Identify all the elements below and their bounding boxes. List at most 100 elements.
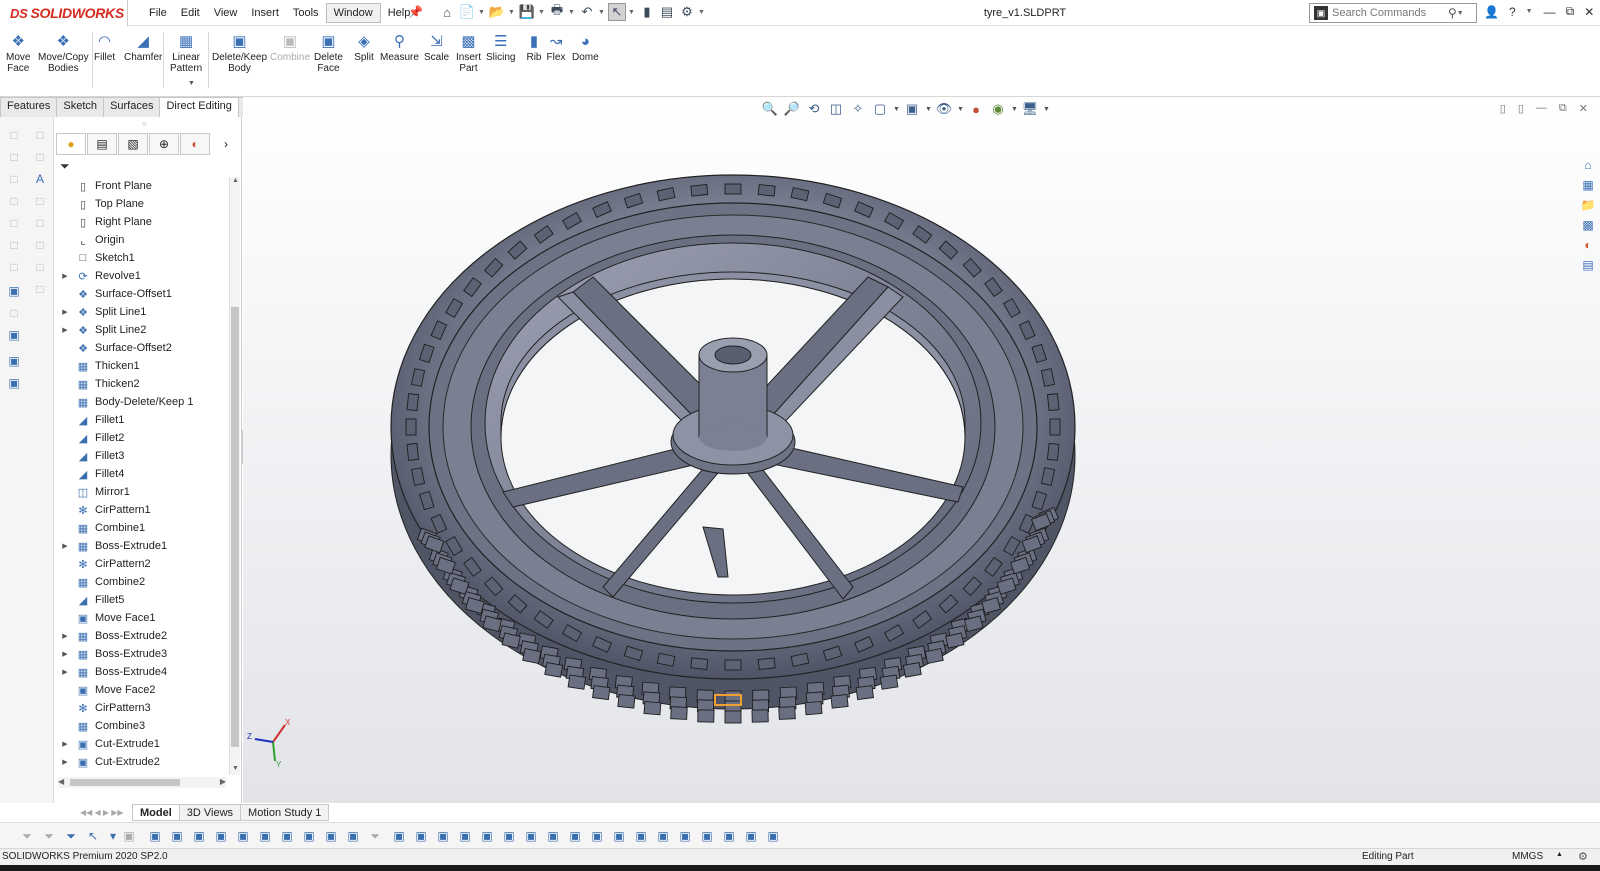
tree-item[interactable]: ▯ Right Plane xyxy=(56,213,228,231)
strip-tool-icon[interactable]: □ xyxy=(6,127,22,143)
tree-item[interactable]: ▶ ⟳ Revolve1 xyxy=(56,267,228,285)
hide-show-dropdown-icon[interactable]: ▼ xyxy=(957,106,964,113)
strip-tool-icon[interactable]: □ xyxy=(32,237,48,253)
solidworks-resources-icon[interactable]: ⌂ xyxy=(1579,157,1597,173)
tyre-3d-model[interactable] xyxy=(383,137,1083,727)
zoom-to-area-icon[interactable]: 🔎 xyxy=(783,100,801,118)
custom-properties-icon[interactable]: ▤ xyxy=(1579,257,1597,273)
tree-item[interactable]: ▶ ▦ Boss-Extrude2 xyxy=(56,627,228,645)
rebuild-traffic-light-icon[interactable]: ▮ xyxy=(638,3,656,21)
search-input[interactable] xyxy=(1332,7,1448,19)
view-settings-dropdown-icon[interactable]: ▼ xyxy=(1043,106,1050,113)
filter-icon[interactable]: ⏷ xyxy=(18,827,36,845)
status-units[interactable]: MMGS xyxy=(1512,851,1543,862)
graphics-viewport[interactable]: 🔍 🔎 ⟲ ◫ ✧ ▢ ▼ ▣ ▼ 👁 ▼ ● ◉ ▼ 🖥 ▼ ▯ ▯ — ⧉ ✕ ⌂ ▦… xyxy=(243,97,1600,803)
solidworks-logo[interactable]: DS SOLIDWORKS xyxy=(0,0,128,26)
strip-tool-icon[interactable]: □ xyxy=(32,193,48,209)
balloon-filter-icon[interactable]: ▣ xyxy=(654,827,672,845)
search-dropdown-icon[interactable]: ▼ xyxy=(1457,10,1465,17)
expand-arrow-icon[interactable]: ▶ xyxy=(60,272,70,280)
new-dropdown-icon[interactable]: ▼ xyxy=(478,9,486,16)
scale-button[interactable]: ⇲ Scale xyxy=(424,32,449,64)
edge-filter-icon[interactable]: ▣ xyxy=(168,827,186,845)
tree-item[interactable]: ▶ ▦ Boss-Extrude3 xyxy=(56,645,228,663)
expand-arrow-icon[interactable]: ▶ xyxy=(60,668,70,676)
minimize-icon[interactable]: — xyxy=(1544,5,1556,19)
text-filter-icon[interactable]: ▣ xyxy=(522,827,540,845)
viewport-previous-icon[interactable]: ▯ xyxy=(1500,102,1506,115)
options-dropdown-icon[interactable]: ▼ xyxy=(698,9,706,16)
home-icon[interactable]: ⌂ xyxy=(438,3,456,21)
bottom-tab-motion-study-1[interactable]: Motion Study 1 xyxy=(240,803,330,821)
strip-tool-icon[interactable]: ▣ xyxy=(6,283,22,299)
strip-tool-icon[interactable]: □ xyxy=(6,149,22,165)
strip-tool-icon[interactable]: □ xyxy=(6,237,22,253)
axis-filter-icon[interactable]: ▣ xyxy=(256,827,274,845)
open-folder-icon[interactable]: 📂 xyxy=(488,3,506,21)
display-style-icon[interactable]: ▣ xyxy=(903,100,921,118)
surface-filter-icon[interactable]: ▣ xyxy=(212,827,230,845)
cosmetic-thread-icon[interactable]: ▣ xyxy=(544,827,562,845)
design-library-icon[interactable]: ▦ xyxy=(1579,177,1597,193)
stacked-balloon-icon[interactable]: ▣ xyxy=(676,827,694,845)
tree-item[interactable]: ▦ Combine1 xyxy=(56,519,228,537)
insert-part-button[interactable]: ▩ Insert Part xyxy=(456,32,481,75)
magnifier-icon[interactable]: ⚲ xyxy=(1448,6,1457,20)
tree-item[interactable]: ▶ ❖ Split Line1 xyxy=(56,303,228,321)
face-filter-icon[interactable]: ▣ xyxy=(190,827,208,845)
fillet-button[interactable]: ◠ Fillet xyxy=(94,32,115,64)
tree-item[interactable]: ❖ Surface-Offset1 xyxy=(56,285,228,303)
tree-item[interactable]: □ Sketch1 xyxy=(56,249,228,267)
file-explorer-icon[interactable]: 📁 xyxy=(1579,197,1597,213)
rib-button[interactable]: ▮ Rib xyxy=(524,32,544,64)
strip-tool-icon[interactable]: □ xyxy=(32,127,48,143)
apply-scene-icon[interactable]: ◉ xyxy=(989,100,1007,118)
restore-icon[interactable]: ⧉ xyxy=(1566,4,1575,19)
feature-tree-tab-icon[interactable]: ● xyxy=(56,133,87,155)
strip-tool-icon[interactable]: □ xyxy=(32,149,48,165)
edit-appearance-icon[interactable]: ● xyxy=(967,100,985,118)
measure-button[interactable]: ⚲ Measure xyxy=(380,32,419,64)
annotation-filter-icon[interactable]: ▣ xyxy=(500,827,518,845)
view-orientation-dropdown-icon[interactable]: ▼ xyxy=(893,106,900,113)
linear-pattern-button[interactable]: ▦ Linear Pattern xyxy=(170,32,202,75)
filter-icon[interactable]: ⏷ xyxy=(40,827,58,845)
tree-horizontal-scrollbar[interactable]: ◀ ▶ xyxy=(58,777,226,788)
menu-item-insert[interactable]: Insert xyxy=(244,4,286,22)
connection-point-icon[interactable]: ▣ xyxy=(742,827,760,845)
menu-item-file[interactable]: File xyxy=(142,4,174,22)
tree-item[interactable]: ❖ Surface-Offset2 xyxy=(56,339,228,357)
configuration-manager-tab-icon[interactable]: ▧ xyxy=(118,133,149,155)
tree-item[interactable]: ◢ Fillet5 xyxy=(56,591,228,609)
more-tabs-chevron-icon[interactable]: › xyxy=(211,133,241,155)
expand-arrow-icon[interactable]: ▶ xyxy=(60,308,70,316)
apply-scene-dropdown-icon[interactable]: ▼ xyxy=(1011,106,1018,113)
delete-keep-body-button[interactable]: ▣ Delete/Keep Body xyxy=(212,32,267,75)
dynamic-annotation-icon[interactable]: ✧ xyxy=(849,100,867,118)
display-style-dropdown-icon[interactable]: ▼ xyxy=(925,106,932,113)
strip-tool-icon[interactable]: ▣ xyxy=(6,375,22,391)
save-dropdown-icon[interactable]: ▼ xyxy=(538,9,546,16)
dimension-filter-icon[interactable]: ▣ xyxy=(412,827,430,845)
tree-item[interactable]: ✻ CirPattern2 xyxy=(56,555,228,573)
zoom-to-fit-icon[interactable]: 🔍 xyxy=(761,100,779,118)
strip-tool-icon[interactable]: □ xyxy=(32,215,48,231)
open-dropdown-icon[interactable]: ▼ xyxy=(508,9,516,16)
options-gear-icon[interactable]: ⚙ xyxy=(678,3,696,21)
weld-filter-icon[interactable]: ▣ xyxy=(456,827,474,845)
expand-arrow-icon[interactable]: ▶ xyxy=(60,740,70,748)
tree-item[interactable]: ▦ Thicken2 xyxy=(56,375,228,393)
strip-tool-icon[interactable]: □ xyxy=(6,259,22,275)
expand-arrow-icon[interactable]: ▶ xyxy=(60,632,70,640)
block-filter-icon[interactable]: ▣ xyxy=(632,827,650,845)
tree-item[interactable]: ▦ Combine3 xyxy=(56,717,228,735)
help-icon[interactable]: ? xyxy=(1509,5,1516,19)
strip-tool-icon[interactable]: □ xyxy=(32,281,48,297)
tree-item[interactable]: ◢ Fillet2 xyxy=(56,429,228,447)
menu-item-window[interactable]: Window xyxy=(325,3,381,23)
tree-item[interactable]: ▶ ▦ Boss-Extrude4 xyxy=(56,663,228,681)
bottom-tab-model[interactable]: Model xyxy=(132,803,180,821)
undo-dropdown-icon[interactable]: ▼ xyxy=(598,9,606,16)
toolbar-icon[interactable]: ▣ xyxy=(120,827,138,845)
viewport-restore-icon[interactable]: ⧉ xyxy=(1559,102,1567,115)
